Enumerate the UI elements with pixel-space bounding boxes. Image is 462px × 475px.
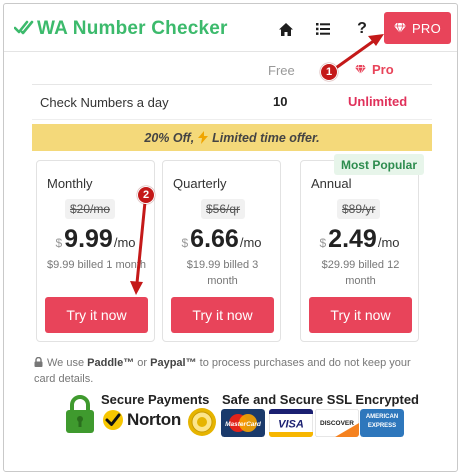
try-it-now-button[interactable]: Try it now <box>45 297 148 333</box>
free-value: 10 <box>273 94 288 109</box>
plan-name: Quarterly <box>173 176 227 191</box>
visa-label: VISA <box>278 419 304 431</box>
lock-icon <box>34 357 43 367</box>
list-icon <box>316 23 330 35</box>
norton-check-icon <box>103 410 123 430</box>
ssl-title: Safe and Secure SSL Encrypted <box>222 392 419 407</box>
currency-symbol: $ <box>319 236 327 250</box>
note-prefix: We use <box>47 357 85 369</box>
mastercard-label: MasterCard <box>225 421 262 428</box>
offer-banner: 20% Off, Limited time offer. <box>32 124 432 151</box>
plan-card-monthly: Monthly $20/mo $ 9.99 /mo $9.99 billed 1… <box>36 160 155 342</box>
price-period: /mo <box>377 235 400 250</box>
price: $ 2.49 /mo <box>301 225 418 254</box>
billing-note: $9.99 billed 1 month <box>46 259 147 271</box>
price-period: /mo <box>113 235 136 250</box>
pro-button-label: PRO <box>411 20 442 36</box>
pro-column-header: Pro <box>355 62 394 77</box>
paddle-name: Paddle™ <box>87 357 135 369</box>
visa-logo: VISA <box>269 409 313 437</box>
header: WA Number Checker ? PRO <box>4 4 457 52</box>
app-title: WA Number Checker <box>37 18 228 39</box>
plan-card-quarterly: Quarterly $56/qr $ 6.66 /mo $19.99 bille… <box>162 160 281 342</box>
price-period: /mo <box>239 235 262 250</box>
pro-column-label: Pro <box>372 62 394 77</box>
secure-payments-title: Secure Payments <box>101 392 210 407</box>
price: $ 9.99 /mo <box>37 225 154 254</box>
billing-note: $29.99 billed 12 month <box>321 259 400 287</box>
header-divider <box>4 51 457 52</box>
popup-window: WA Number Checker ? PRO Free Pro Check N… <box>3 3 458 472</box>
plan-name: Monthly <box>47 176 93 191</box>
home-button[interactable] <box>273 16 299 42</box>
price-amount: 9.99 <box>64 225 113 253</box>
price-amount: 6.66 <box>190 225 239 253</box>
free-column-header: Free <box>268 63 295 78</box>
amex-label: AMERICAN EXPRESS <box>365 414 399 429</box>
pro-button[interactable]: PRO <box>384 12 451 44</box>
price-amount: 2.49 <box>328 225 377 253</box>
discover-logo: DISCOVER <box>315 409 359 437</box>
old-price: $89/yr <box>337 199 381 219</box>
norton-label: Norton <box>127 410 181 429</box>
annotation-badge-1: 1 <box>320 63 338 81</box>
try-it-now-button[interactable]: Try it now <box>309 297 412 333</box>
billing-note: $19.99 billed 3 month <box>186 259 259 287</box>
currency-symbol: $ <box>55 236 63 250</box>
price: $ 6.66 /mo <box>163 225 280 254</box>
gem-icon <box>355 65 366 74</box>
most-popular-badge: Most Popular <box>334 154 424 175</box>
list-button[interactable] <box>310 16 336 42</box>
discover-label: DISCOVER <box>320 420 354 427</box>
lightning-icon <box>198 131 209 144</box>
table-divider <box>32 119 432 120</box>
paypal-name: Paypal™ <box>150 357 197 369</box>
double-check-icon <box>14 20 34 35</box>
security-seal-icon <box>188 408 216 436</box>
norton-logo: Norton <box>102 409 181 431</box>
try-it-now-button[interactable]: Try it now <box>171 297 274 333</box>
offer-suffix: Limited time offer. <box>212 130 320 145</box>
pro-value: Unlimited <box>348 94 408 109</box>
table-divider <box>32 84 432 85</box>
payment-note: We use Paddle™ or Paypal™ to process pur… <box>34 355 434 387</box>
note-or: or <box>137 357 148 369</box>
old-price: $20/mo <box>65 199 116 219</box>
home-icon <box>279 22 293 36</box>
gem-icon <box>393 23 406 33</box>
currency-symbol: $ <box>181 236 189 250</box>
help-button[interactable]: ? <box>349 16 375 42</box>
plan-name: Annual <box>311 176 352 191</box>
feature-label: Check Numbers a day <box>40 95 169 110</box>
annotation-badge-2: 2 <box>137 186 155 204</box>
padlock-icon <box>66 395 94 433</box>
old-price: $56/qr <box>201 199 246 219</box>
offer-prefix: 20% Off, <box>144 130 195 145</box>
mastercard-logo: MasterCard <box>221 409 265 437</box>
amex-logo: AMERICAN EXPRESS <box>360 409 404 437</box>
plan-card-annual: Annual $89/yr $ 2.49 /mo $29.99 billed 1… <box>300 160 419 342</box>
